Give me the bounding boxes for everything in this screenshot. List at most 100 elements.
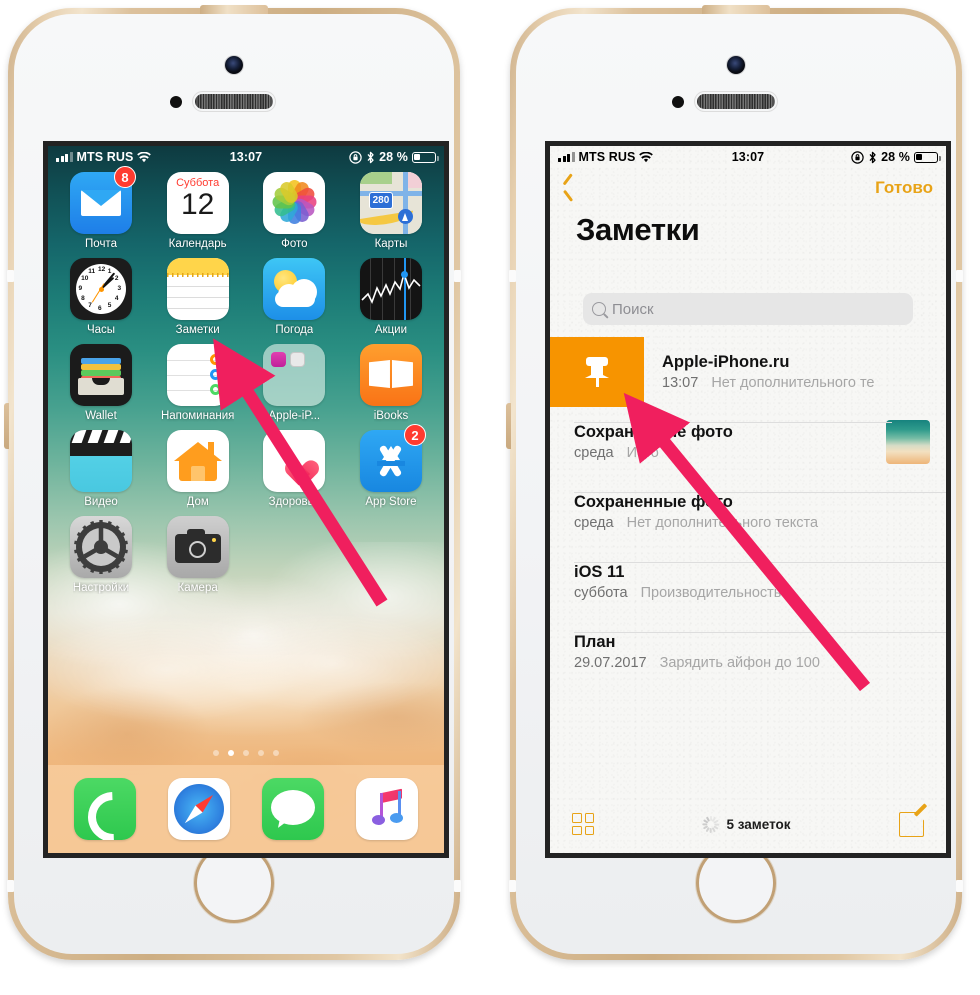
note-row[interactable]: План 29.07.2017 Зарядить айфон до 100 xyxy=(550,617,946,687)
note-snippet: Зарядить айфон до 100 xyxy=(659,655,820,671)
home-button[interactable] xyxy=(696,843,776,923)
clock-hour-label: 6 xyxy=(98,304,102,312)
safari-icon[interactable] xyxy=(168,778,230,840)
app-folder-apple-iphone[interactable]: Apple-iP... xyxy=(251,344,337,422)
clock-hour-label: 10 xyxy=(81,275,89,283)
done-button[interactable]: Готово xyxy=(875,178,933,198)
compose-note-icon[interactable] xyxy=(899,811,924,837)
battery-percent-label: 28 % xyxy=(379,150,408,164)
back-chevron-icon[interactable] xyxy=(563,177,576,199)
clock-hour-label: 2 xyxy=(114,275,119,283)
top-antenna-band xyxy=(200,5,268,14)
app-weather[interactable]: Погода xyxy=(251,258,337,336)
antenna-notch xyxy=(454,880,461,892)
earpiece-speaker-icon xyxy=(195,94,273,109)
antenna-notch xyxy=(454,270,461,282)
signal-bars-icon xyxy=(558,152,575,162)
grid-view-icon[interactable] xyxy=(572,813,594,835)
app-ibooks[interactable]: iBooks xyxy=(348,344,434,422)
clock-hour-label: 1 xyxy=(107,268,112,276)
antenna-notch xyxy=(956,880,963,892)
note-title: План xyxy=(574,633,616,651)
note-meta: 29.07.2017 Зарядить айфон до 100 xyxy=(574,655,930,671)
app-label: Календарь xyxy=(168,238,227,250)
notes-toolbar: 5 заметок xyxy=(550,795,946,853)
antenna-notch xyxy=(509,880,516,892)
app-row: Wallet Напоминания Apple-iP... iBooks xyxy=(58,344,434,422)
wifi-icon xyxy=(639,151,654,162)
app-notes[interactable]: Заметки xyxy=(155,258,241,336)
search-input[interactable]: Поиск xyxy=(583,293,913,325)
phone-icon[interactable] xyxy=(74,778,136,840)
front-camera-icon xyxy=(225,56,243,74)
rotation-lock-icon xyxy=(349,150,362,164)
messages-icon[interactable] xyxy=(262,778,324,840)
app-label: Дом xyxy=(186,496,209,508)
app-label: Карты xyxy=(374,238,408,250)
note-date: 29.07.2017 xyxy=(574,655,647,671)
clock-hour-label: 9 xyxy=(78,285,83,292)
pin-action-button[interactable] xyxy=(550,337,644,407)
app-clock[interactable]: 1 2 3 4 5 6 7 8 9 10 11 12 Часы xyxy=(58,258,144,336)
wallet-icon xyxy=(70,344,132,406)
app-camera[interactable]: Камера xyxy=(155,516,241,594)
app-photos[interactable]: Фото xyxy=(251,172,337,250)
app-label: Настройки xyxy=(72,582,130,594)
app-label: Почта xyxy=(85,238,117,250)
settings-icon xyxy=(70,516,132,578)
reminders-icon xyxy=(166,344,229,406)
app-row: 8 Почта Суббота 12 Календарь Фото 280 Ка… xyxy=(58,166,434,250)
page-title: Заметки xyxy=(576,212,700,247)
notes-icon xyxy=(166,258,229,320)
note-title: Сохраненные фото xyxy=(574,493,733,511)
note-row[interactable]: Сохраненные фото среда Исто xyxy=(550,407,946,477)
note-snippet: Производительность xyxy=(640,585,782,601)
front-camera-icon xyxy=(727,56,745,74)
app-label: Видео xyxy=(84,496,118,508)
clock-icon: 1 2 3 4 5 6 7 8 9 10 11 12 xyxy=(70,258,132,320)
bluetooth-icon xyxy=(367,151,374,163)
home-button[interactable] xyxy=(194,843,274,923)
app-label: App Store xyxy=(365,496,417,508)
status-bar: MTS RUS 13:07 28 % xyxy=(550,146,946,168)
app-stocks[interactable]: Акции xyxy=(348,258,434,336)
app-label: iBooks xyxy=(373,410,409,422)
app-label: Камера xyxy=(177,582,218,594)
note-row[interactable]: iOS 11 суббота Производительность xyxy=(550,547,946,617)
top-antenna-band xyxy=(702,5,770,14)
iphone-left-home-screen: MTS RUS 13:07 28 % 8 Почта Суббота 12 Ка… xyxy=(4,5,461,973)
note-date: суббота xyxy=(574,585,628,601)
clock-hour-label: 8 xyxy=(81,294,85,302)
app-reminders[interactable]: Напоминания xyxy=(155,344,241,422)
notes-count-group: 5 заметок xyxy=(702,815,791,833)
phone-front-face: MTS RUS 13:07 xyxy=(516,14,956,954)
app-calendar[interactable]: Суббота 12 Календарь xyxy=(155,172,241,250)
beach-photo-thumbnail xyxy=(886,420,930,464)
note-title: Сохраненные фото xyxy=(574,423,733,441)
app-settings[interactable]: Настройки xyxy=(58,516,144,594)
carrier-label: MTS RUS xyxy=(76,150,134,164)
app-appstore[interactable]: 2 App Store xyxy=(348,424,434,508)
notes-navigation-bar: Готово xyxy=(550,168,946,208)
battery-icon xyxy=(412,151,439,163)
notes-list[interactable]: Apple-iPhone.ru 13:07 Нет дополнительног… xyxy=(550,337,946,795)
note-row[interactable]: Сохраненные фото среда Нет дополнительно… xyxy=(550,477,946,547)
app-row: Настройки Камера xyxy=(58,516,434,594)
volume-button[interactable] xyxy=(506,403,511,449)
note-row-swiped[interactable]: Apple-iPhone.ru 13:07 Нет дополнительног… xyxy=(550,337,946,407)
page-indicator-dots[interactable] xyxy=(48,750,444,756)
carrier-label: MTS RUS xyxy=(578,150,636,164)
app-videos[interactable]: Видео xyxy=(58,430,144,508)
volume-button[interactable] xyxy=(4,403,9,449)
app-home[interactable]: Дом xyxy=(155,430,241,508)
app-maps[interactable]: 280 Карты xyxy=(348,172,434,250)
app-mail[interactable]: 8 Почта xyxy=(58,166,144,250)
note-snippet: Нет дополнительного текста xyxy=(626,515,819,531)
app-wallet[interactable]: Wallet xyxy=(58,344,144,422)
antenna-notch xyxy=(7,880,14,892)
earpiece-speaker-icon xyxy=(697,94,775,109)
route-shield: 280 xyxy=(368,192,393,209)
music-icon[interactable] xyxy=(356,778,418,840)
antenna-notch xyxy=(956,270,963,282)
app-health[interactable]: Здоровье xyxy=(251,430,337,508)
